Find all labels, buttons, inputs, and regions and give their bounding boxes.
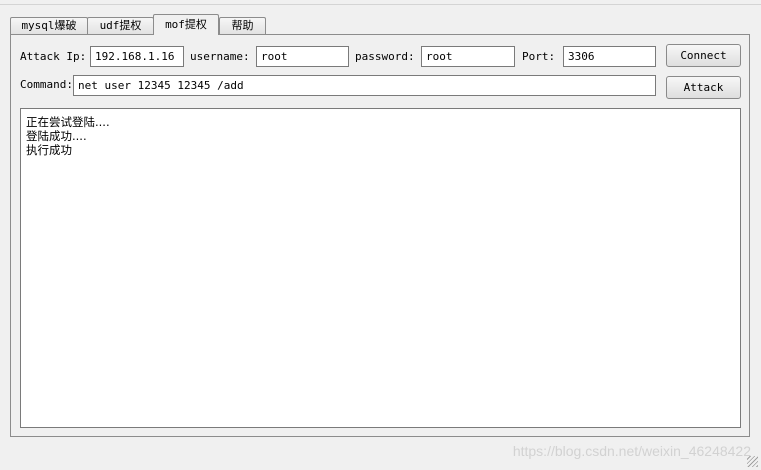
username-label: username: — [190, 50, 250, 63]
command-input[interactable]: net user 12345 12345 /add — [73, 75, 656, 96]
output-line: 执行成功 — [26, 143, 72, 157]
attack-ip-input[interactable]: 192.168.1.16 — [90, 46, 184, 67]
output-line: 正在尝试登陆.... — [26, 115, 110, 129]
password-label: password: — [355, 50, 415, 63]
tab-mysql-bruteforce[interactable]: mysql爆破 — [10, 17, 88, 34]
output-line: 登陆成功.... — [26, 129, 87, 143]
username-input[interactable]: root — [256, 46, 349, 67]
connect-button[interactable]: Connect — [666, 44, 741, 67]
attack-button[interactable]: Attack — [666, 76, 741, 99]
port-input[interactable]: 3306 — [563, 46, 656, 67]
output-textarea[interactable]: 正在尝试登陆.... 登陆成功.... 执行成功 — [20, 108, 741, 428]
resize-grip-icon[interactable] — [747, 456, 758, 467]
port-label: Port: — [522, 50, 556, 63]
watermark-text: https://blog.csdn.net/weixin_46248422 — [512, 443, 751, 459]
window-top-divider — [0, 4, 761, 5]
command-label: Command: — [20, 78, 73, 91]
tab-mof-privilege[interactable]: mof提权 — [153, 14, 219, 35]
attack-ip-label: Attack Ip: — [20, 50, 87, 63]
tab-help[interactable]: 帮助 — [219, 17, 266, 34]
password-input[interactable]: root — [421, 46, 515, 67]
tab-udf-privilege[interactable]: udf提权 — [87, 17, 154, 34]
